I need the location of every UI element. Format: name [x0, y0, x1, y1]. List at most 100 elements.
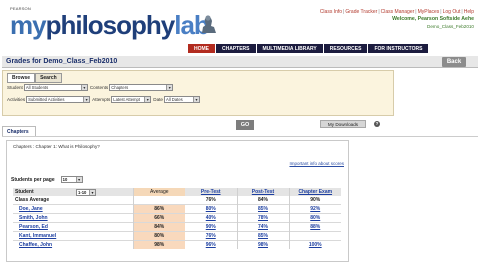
- pre-test-score-link[interactable]: 76%: [185, 230, 237, 240]
- attempts-label: Attempts: [92, 97, 111, 102]
- class-name: Demo_Class_Feb2010: [427, 24, 474, 29]
- student-range-select[interactable]: 1-10 ▼: [76, 188, 96, 196]
- activity-filter-row: Activities Submitted Activities ▼ Attempt…: [7, 96, 202, 103]
- thinker-statue-icon: [202, 15, 216, 33]
- grade-tracker-link[interactable]: Grade Tracker: [345, 9, 377, 15]
- class-average-label: Class Average: [15, 196, 50, 203]
- chevron-down-icon: ▼: [89, 189, 95, 195]
- post-test-header-link[interactable]: Post-Test: [236, 188, 289, 196]
- table-row: Chaffee, John 98% 96% 98% 100%: [13, 239, 341, 249]
- student-filter-row: Student All Students ▼ Contents Chapters ▼: [7, 84, 175, 91]
- pre-test-score-link[interactable]: 40%: [185, 212, 237, 222]
- students-per-page-label: Students per page: [11, 176, 55, 183]
- site-header: PEARSON myphilosophylab Class Info|Grade…: [0, 0, 480, 58]
- post-test-score-link[interactable]: 85%: [236, 203, 289, 213]
- class-average-chapter-exam: 90%: [288, 196, 341, 204]
- chapter-exam-score-link[interactable]: 88%: [288, 221, 341, 231]
- student-average: 98%: [132, 239, 185, 249]
- chevron-down-icon: ▼: [192, 97, 199, 102]
- grades-table: Student 1-10 ▼ Average Pre-Test Post-Test…: [13, 188, 341, 249]
- page-title: Grades for Demo_Class_Feb2010: [6, 58, 118, 65]
- table-header-row: Student 1-10 ▼ Average Pre-Test Post-Test…: [13, 188, 341, 196]
- student-label: Student: [7, 85, 23, 90]
- welcome-text: Welcome, Pearson Softside Aehe: [392, 16, 474, 22]
- table-row: Pearson, Ed 84% 90% 74% 88%: [13, 221, 341, 231]
- table-row: Smith, John 66% 40% 78% 80%: [13, 212, 341, 222]
- chapter-exam-score-link[interactable]: 80%: [288, 212, 341, 222]
- contents-select[interactable]: Chapters ▼: [109, 84, 174, 91]
- post-test-score-link[interactable]: 78%: [236, 212, 289, 222]
- pre-test-score-link[interactable]: 90%: [185, 221, 237, 231]
- student-name-link[interactable]: Kant, Immanuel: [13, 230, 133, 240]
- nav-tab-for-instructors[interactable]: FOR INSTRUCTORS: [368, 44, 429, 53]
- activities-label: Activities: [7, 97, 26, 102]
- chevron-down-icon: ▼: [75, 177, 82, 182]
- class-info-link[interactable]: Class Info: [320, 9, 342, 15]
- student-name-link[interactable]: Smith, John: [13, 212, 133, 222]
- pre-test-score-link[interactable]: 96%: [185, 239, 237, 249]
- nav-tab-multimedia-library[interactable]: MULTIMEDIA LIBRARY: [256, 44, 323, 53]
- help-link[interactable]: Help: [464, 9, 474, 15]
- student-average: 80%: [132, 230, 185, 240]
- students-per-page: Students per page 10 ▼: [11, 176, 85, 183]
- student-name-link[interactable]: Chaffee, John: [13, 239, 133, 249]
- breadcrumb: Chapters : Chapter 1: What is Philosophy…: [13, 144, 100, 149]
- student-average: 66%: [132, 212, 185, 222]
- student-name-link[interactable]: Pearson, Ed: [13, 221, 133, 231]
- logo[interactable]: PEARSON myphilosophylab: [10, 6, 210, 40]
- table-row: Doe, Jane 86% 80% 85% 92%: [13, 203, 341, 213]
- tab-search[interactable]: Search: [35, 73, 62, 83]
- student-average: 86%: [132, 203, 185, 213]
- help-icon[interactable]: ?: [374, 121, 380, 127]
- chevron-down-icon: ▼: [80, 85, 87, 90]
- tab-browse[interactable]: Browse: [7, 73, 36, 83]
- log-out-link[interactable]: Log Out: [443, 9, 461, 15]
- chevron-down-icon: ▼: [83, 97, 90, 102]
- post-test-score-link[interactable]: 85%: [236, 230, 289, 240]
- activities-select[interactable]: Submitted Activities ▼: [26, 96, 91, 103]
- students-per-page-select[interactable]: 10 ▼: [60, 176, 83, 183]
- filter-tabs: Browse Search: [7, 73, 62, 83]
- class-average-row: Class Average 76% 84% 90%: [13, 196, 341, 204]
- go-button[interactable]: GO: [236, 120, 254, 130]
- nav-tab-home[interactable]: HOME: [188, 44, 215, 53]
- class-manager-link[interactable]: Class Manager: [381, 9, 415, 15]
- main-nav: HOME CHAPTERS MULTIMEDIA LIBRARY RESOURC…: [188, 44, 429, 53]
- filter-panel: Browse Search Student All Students ▼ Cont…: [2, 70, 394, 116]
- table-row: Kant, Immanuel 80% 76% 85%: [13, 230, 341, 240]
- chevron-down-icon: ▼: [144, 97, 151, 102]
- tab-chapters[interactable]: Chapters: [2, 126, 36, 136]
- student-name-link[interactable]: Doe, Jane: [13, 203, 133, 213]
- student-average: 84%: [132, 221, 185, 231]
- chapter-exam-score-link[interactable]: 100%: [288, 239, 341, 249]
- range-cell: 1-10 ▼: [73, 188, 133, 196]
- average-header: Average: [132, 188, 185, 196]
- class-average-post-test: 84%: [236, 196, 289, 204]
- date-label: Date: [153, 97, 163, 102]
- top-links: Class Info|Grade Tracker|Class Manager|M…: [319, 9, 474, 15]
- student-select[interactable]: All Students ▼: [23, 84, 88, 91]
- table-cell: [132, 196, 185, 204]
- chapter-exam-score-link[interactable]: 92%: [288, 203, 341, 213]
- pre-test-header-link[interactable]: Pre-Test: [185, 188, 237, 196]
- student-header: Student: [13, 188, 73, 196]
- contents-label: Contents: [89, 85, 109, 90]
- post-test-score-link[interactable]: 74%: [236, 221, 289, 231]
- nav-tab-resources[interactable]: RESOURCES: [323, 44, 368, 53]
- grades-panel: Chapters : Chapter 1: What is Philosophy…: [6, 140, 349, 262]
- divider: [2, 136, 478, 137]
- back-button[interactable]: Back: [442, 57, 466, 67]
- nav-tab-chapters[interactable]: CHAPTERS: [216, 44, 256, 53]
- date-select[interactable]: All Dates ▼: [163, 96, 200, 103]
- brand-name: myphilosophylab: [10, 10, 210, 40]
- important-info-link[interactable]: Important info about scores: [289, 161, 344, 166]
- title-bar: Grades for Demo_Class_Feb2010 Back: [2, 56, 478, 68]
- class-average-pre-test: 76%: [205, 196, 216, 203]
- chapter-exam-score-link[interactable]: [288, 230, 341, 240]
- myplaces-link[interactable]: MyPlaces: [418, 9, 440, 15]
- chapter-exam-header-link[interactable]: Chapter Exam: [288, 188, 341, 196]
- pre-test-score-link[interactable]: 80%: [185, 203, 237, 213]
- my-downloads-button[interactable]: My Downloads: [320, 120, 366, 128]
- attempts-select[interactable]: Latest Attempt ▼: [111, 96, 152, 103]
- post-test-score-link[interactable]: 98%: [236, 239, 289, 249]
